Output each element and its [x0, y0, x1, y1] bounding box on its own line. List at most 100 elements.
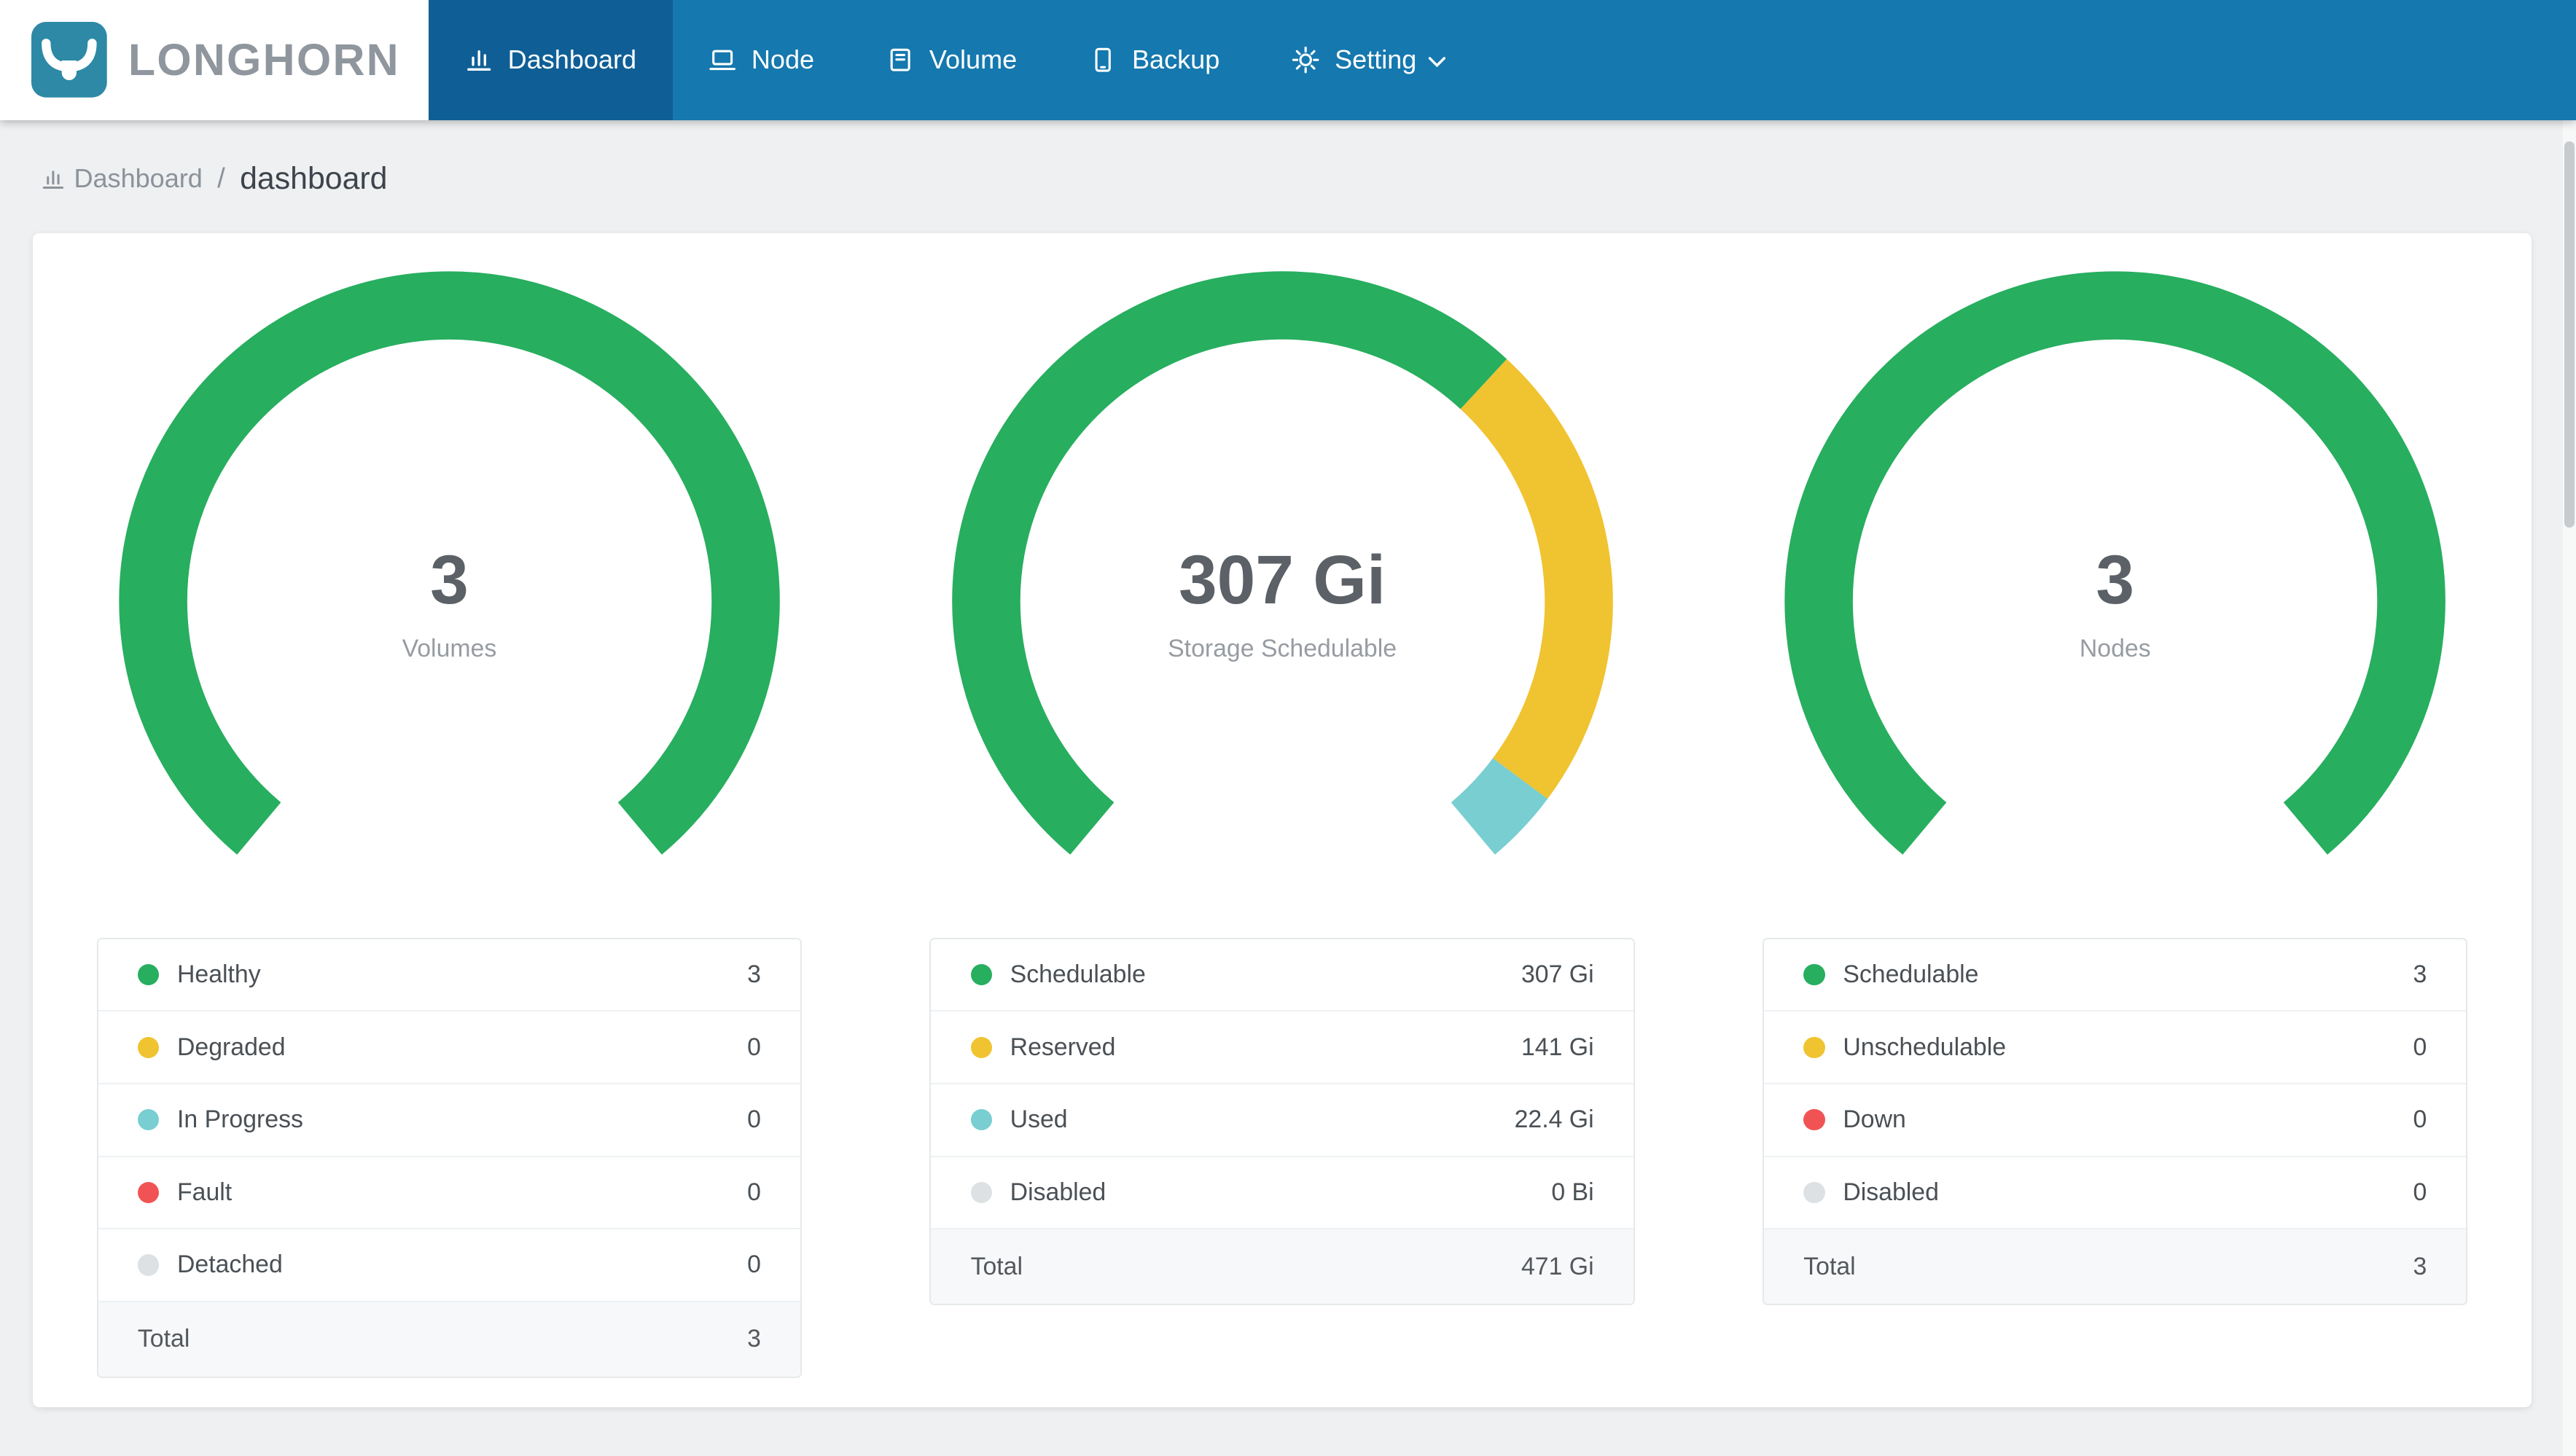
legend-row: Used 22.4 Gi [931, 1084, 1634, 1157]
legend-total-value: 3 [747, 1325, 761, 1353]
nav-item-node[interactable]: Node [673, 0, 851, 120]
legend-label: Reserved [1010, 1033, 1116, 1061]
legend-color-dot [137, 1254, 160, 1276]
legend-total-row: Total 3 [98, 1302, 801, 1377]
nav-item-label: Volume [929, 44, 1018, 75]
nav-item-label: Setting [1335, 44, 1417, 75]
legend-label: Degraded [177, 1033, 286, 1061]
nav-item-volume[interactable]: Volume [851, 0, 1053, 120]
volume-icon [886, 46, 914, 74]
legend-label: Healthy [177, 960, 261, 989]
breadcrumb-separator: / [217, 163, 225, 195]
legend-value: 0 [2413, 1105, 2427, 1134]
gauge-arc-svg [119, 271, 780, 855]
bar-chart-icon [41, 167, 66, 192]
gauge-panel: 307 Gi Storage Schedulable Schedulable 30… [866, 269, 1699, 1378]
gauge-arc-svg [1784, 271, 2446, 855]
legend-value: 0 [747, 1250, 761, 1279]
legend-color-dot [137, 1109, 160, 1131]
legend-table: Schedulable 3 Unschedulable 0 Down 0 Disabled 0… [1763, 937, 2468, 1306]
legend-label: Disabled [1010, 1178, 1106, 1206]
legend-color-dot [1803, 1181, 1825, 1203]
node-icon [709, 46, 736, 74]
gauge-arc-svg [951, 271, 1613, 855]
legend-value: 3 [2413, 960, 2427, 989]
nav-item-setting[interactable]: Setting [1256, 0, 1483, 120]
legend-total-label: Total [1803, 1252, 1856, 1280]
legend-total-label: Total [970, 1252, 1023, 1280]
legend-color-dot [970, 963, 992, 986]
legend-row: Reserved 141 Gi [931, 1011, 1634, 1084]
breadcrumb-section-label: Dashboard [74, 163, 203, 194]
nav-item-backup[interactable]: Backup [1053, 0, 1256, 120]
main-nav: Dashboard Node Volume Backup Setting [429, 0, 1482, 120]
longhorn-logo-icon [31, 22, 107, 98]
legend-row: In Progress 0 [98, 1084, 801, 1157]
legend-row: Detached 0 [98, 1229, 801, 1302]
nav-item-label: Dashboard [507, 44, 637, 75]
legend-row: Fault 0 [98, 1156, 801, 1230]
legend-label: Unschedulable [1843, 1033, 2007, 1061]
logo[interactable]: LONGHORN [0, 0, 429, 120]
breadcrumb: Dashboard / dashboard [0, 120, 2576, 233]
legend-row: Disabled 0 Bi [931, 1156, 1634, 1230]
legend-value: 0 [747, 1105, 761, 1134]
legend-value: 0 [747, 1178, 761, 1206]
legend-value: 307 Gi [1521, 960, 1594, 989]
donut-gauge: 307 Gi Storage Schedulable [950, 269, 1615, 934]
gauge-segment-used [1450, 757, 1547, 855]
legend-value: 0 [2413, 1033, 2427, 1061]
legend-color-dot [970, 1181, 992, 1203]
legend-value: 0 Bi [1551, 1178, 1594, 1206]
legend-row: Unschedulable 0 [1764, 1011, 2467, 1084]
legend-color-dot [137, 963, 160, 986]
scrollbar-thumb[interactable] [2564, 141, 2575, 528]
legend-total-row: Total 471 Gi [931, 1229, 1634, 1304]
legend-table: Healthy 3 Degraded 0 In Progress 0 Fault 0 Detac… [96, 937, 803, 1378]
gauge-segment-schedulable [1784, 271, 2446, 855]
nav-item-label: Backup [1132, 44, 1220, 75]
legend-label: Detached [177, 1250, 283, 1279]
legend-color-dot [137, 1036, 160, 1058]
gauge-panel: 3 Nodes Schedulable 3 Unschedulable 0 Down 0 D… [1698, 269, 2532, 1378]
legend-row: Degraded 0 [98, 1011, 801, 1084]
dashboard-card: 3 Volumes Healthy 3 Degraded 0 In Progress 0 F… [33, 232, 2532, 1408]
legend-total-row: Total 3 [1764, 1229, 2467, 1304]
legend-row: Schedulable 307 Gi [931, 939, 1634, 1012]
gauge-panel: 3 Volumes Healthy 3 Degraded 0 In Progress 0 F… [33, 269, 866, 1378]
legend-row: Healthy 3 [98, 939, 801, 1012]
legend-label: Fault [177, 1178, 233, 1206]
legend-label: Down [1843, 1105, 1906, 1134]
legend-total-value: 471 Gi [1521, 1252, 1594, 1280]
gauge-segment-healthy [119, 271, 780, 855]
brand-name: LONGHORN [128, 35, 400, 85]
top-navbar: LONGHORN Dashboard Node Volume Backup Settin… [0, 0, 2576, 120]
nav-item-dashboard[interactable]: Dashboard [429, 0, 673, 120]
bar-chart-icon [465, 46, 493, 74]
legend-label: Schedulable [1843, 960, 1979, 989]
legend-label: Disabled [1843, 1178, 1939, 1206]
legend-color-dot [137, 1181, 160, 1203]
legend-value: 3 [747, 960, 761, 989]
legend-value: 0 [2413, 1178, 2427, 1206]
backup-icon [1089, 46, 1117, 74]
legend-color-dot [1803, 1109, 1825, 1131]
page-title: dashboard [240, 160, 388, 196]
gauge-segment-reserved [1459, 359, 1613, 799]
legend-color-dot [970, 1109, 992, 1131]
legend-row: Down 0 [1764, 1084, 2467, 1157]
scrollbar[interactable] [2562, 0, 2576, 1456]
gear-icon [1292, 46, 1319, 74]
legend-color-dot [970, 1036, 992, 1058]
gauge-segment-schedulable [951, 271, 1507, 855]
legend-label: Schedulable [1010, 960, 1146, 989]
gauge-panels: 3 Volumes Healthy 3 Degraded 0 In Progress 0 F… [33, 269, 2532, 1378]
breadcrumb-dashboard-link[interactable]: Dashboard [41, 163, 203, 194]
legend-value: 0 [747, 1033, 761, 1061]
donut-gauge: 3 Volumes [117, 269, 782, 934]
legend-total-label: Total [137, 1325, 190, 1353]
legend-color-dot [1803, 963, 1825, 986]
legend-color-dot [1803, 1036, 1825, 1058]
legend-label: Used [1010, 1105, 1068, 1134]
legend-row: Schedulable 3 [1764, 939, 2467, 1012]
